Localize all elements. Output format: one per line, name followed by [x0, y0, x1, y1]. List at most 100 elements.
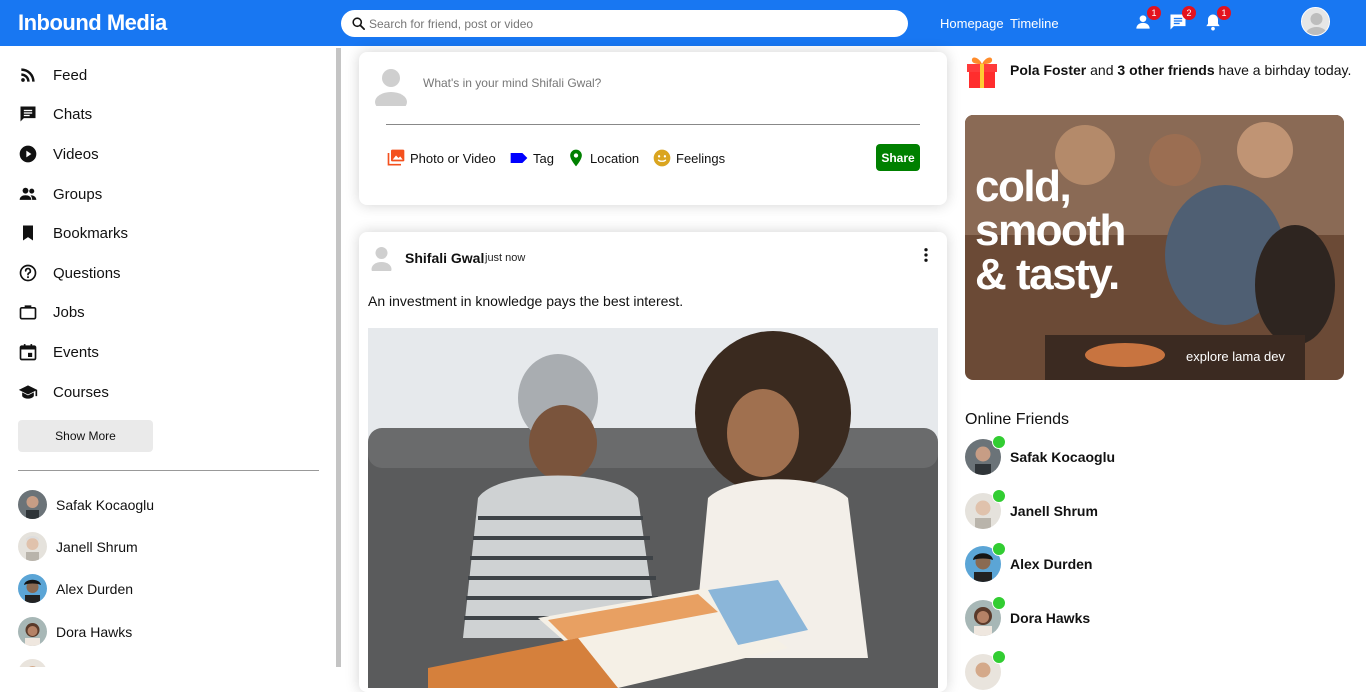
sidebar-item-jobs[interactable]: Jobs — [18, 300, 85, 324]
friend-requests-button[interactable]: 1 — [1133, 6, 1161, 32]
sidebar-friend[interactable]: Janell Shrum — [18, 532, 138, 561]
online-indicator — [992, 435, 1006, 449]
sidebar-scrollbar[interactable] — [336, 48, 341, 667]
emoji-icon — [653, 149, 671, 167]
more-vert-icon[interactable] — [917, 246, 935, 264]
search-input[interactable] — [369, 14, 889, 33]
sidebar-item-courses[interactable]: Courses — [18, 380, 109, 404]
friend-requests-badge: 1 — [1147, 6, 1161, 20]
show-more-button[interactable]: Show More — [18, 420, 153, 452]
birthday-suffix: have a birhday today. — [1214, 62, 1352, 78]
friend-name: Dora Hawks — [56, 623, 133, 640]
feelings-label: Feelings — [676, 150, 726, 166]
friend-name: Janell Shrum — [56, 538, 138, 555]
rss-feed-icon — [21, 68, 35, 82]
sidebar-item-label: Videos — [53, 145, 99, 163]
gift-icon — [967, 57, 997, 88]
sidebar-item-label: Courses — [53, 383, 109, 401]
online-friend[interactable]: Safak Kocaoglu — [965, 435, 1116, 475]
friend-name: Safak Kocaoglu — [1010, 449, 1116, 465]
play-circle-icon — [19, 145, 37, 163]
sidebar-item-feed[interactable]: Feed — [18, 63, 87, 87]
logo[interactable]: Inbound Media — [18, 10, 167, 36]
location-option[interactable]: Location — [566, 148, 639, 168]
sidebar-item-events[interactable]: Events — [18, 340, 99, 364]
sidebar-item-groups[interactable]: Groups — [18, 182, 102, 206]
share-button[interactable]: Share — [876, 144, 920, 171]
post-image[interactable] — [368, 328, 938, 688]
friend-name: Dora Hawks — [1010, 610, 1091, 626]
online-indicator — [992, 542, 1006, 556]
birthday-text: Pola Foster and 3 other friends have a b… — [1010, 62, 1351, 78]
feelings-option[interactable]: Feelings — [652, 148, 725, 168]
ad-banner[interactable]: cold, smooth & tasty. explore lama dev — [965, 115, 1344, 380]
friend-name: Alex Durden — [1010, 556, 1093, 572]
sidebar: Feed Chats Videos Groups Bookmarks Quest… — [0, 46, 342, 667]
sidebar-friend[interactable] — [18, 659, 47, 667]
sidebar-item-label: Chats — [53, 105, 93, 123]
ad-subtext: explore lama dev — [1186, 349, 1285, 364]
online-friend[interactable]: Janell Shrum — [965, 489, 1098, 529]
search-icon — [352, 17, 365, 30]
online-friend[interactable] — [965, 650, 1006, 690]
photo-video-label: Photo or Video — [410, 150, 496, 166]
notifications-button[interactable]: 1 — [1203, 6, 1231, 32]
online-indicator — [992, 489, 1006, 503]
briefcase-icon — [19, 305, 37, 320]
friend-name: Safak Kocaoglu — [56, 496, 155, 513]
avatar — [18, 574, 47, 603]
tag-option[interactable]: Tag — [509, 148, 554, 168]
sidebar-item-videos[interactable]: Videos — [18, 142, 99, 166]
chat-icon — [20, 106, 36, 122]
profile-avatar[interactable] — [1301, 7, 1330, 36]
sidebar-item-label: Jobs — [53, 303, 85, 321]
friend-name: Alex Durden — [56, 580, 134, 597]
sidebar-item-label: Bookmarks — [53, 224, 129, 242]
calendar-icon — [19, 344, 37, 361]
messages-badge: 2 — [1182, 6, 1196, 20]
tag-label: Tag — [533, 150, 554, 166]
default-avatar-icon — [1302, 8, 1329, 35]
share-divider — [386, 124, 920, 125]
help-circle-icon — [19, 264, 37, 282]
sidebar-friend[interactable]: Dora Hawks — [18, 617, 132, 646]
online-indicator — [992, 596, 1006, 610]
birthday-name[interactable]: Pola Foster — [1010, 62, 1086, 78]
group-icon — [19, 187, 37, 200]
bookmark-icon — [23, 225, 33, 241]
avatar — [18, 490, 47, 519]
sidebar-friend[interactable]: Safak Kocaoglu — [18, 490, 154, 519]
timeline-link[interactable]: Timeline — [1010, 16, 1059, 31]
sidebar-item-label: Groups — [53, 185, 103, 203]
avatar — [18, 659, 47, 667]
photo-video-option[interactable]: Photo or Video — [386, 148, 496, 168]
status-input[interactable] — [423, 76, 903, 90]
default-avatar-icon — [375, 69, 407, 106]
avatar — [18, 532, 47, 561]
search-bar[interactable] — [341, 10, 908, 37]
school-icon — [18, 385, 38, 399]
birthday-notice: Pola Foster and 3 other friends have a b… — [965, 52, 1351, 88]
photo-library-icon — [387, 149, 405, 166]
default-avatar-icon — [371, 247, 392, 271]
post-text: An investment in knowledge pays the best… — [368, 293, 684, 309]
notifications-badge: 1 — [1217, 6, 1231, 20]
location-pin-icon — [570, 149, 582, 167]
online-friends-title: Online Friends — [965, 411, 1070, 428]
sidebar-friend[interactable]: Alex Durden — [18, 574, 133, 603]
messages-button[interactable]: 2 — [1168, 6, 1196, 32]
sidebar-item-label: Feed — [53, 66, 88, 84]
sidebar-item-label: Questions — [53, 264, 121, 282]
sidebar-item-bookmarks[interactable]: Bookmarks — [18, 221, 128, 245]
sidebar-item-questions[interactable]: Questions — [18, 261, 121, 285]
online-friend[interactable]: Dora Hawks — [965, 596, 1091, 636]
birthday-others[interactable]: 3 other friends — [1117, 62, 1214, 78]
post-username[interactable]: Shifali Gwal — [405, 250, 484, 266]
homepage-link[interactable]: Homepage — [940, 16, 1004, 31]
online-friend[interactable]: Alex Durden — [965, 542, 1093, 582]
sidebar-item-label: Events — [53, 343, 99, 361]
ad-headline: cold, smooth & tasty. — [975, 162, 1126, 299]
location-label: Location — [590, 150, 640, 166]
sidebar-item-chats[interactable]: Chats — [18, 102, 92, 126]
avatar — [18, 617, 47, 646]
